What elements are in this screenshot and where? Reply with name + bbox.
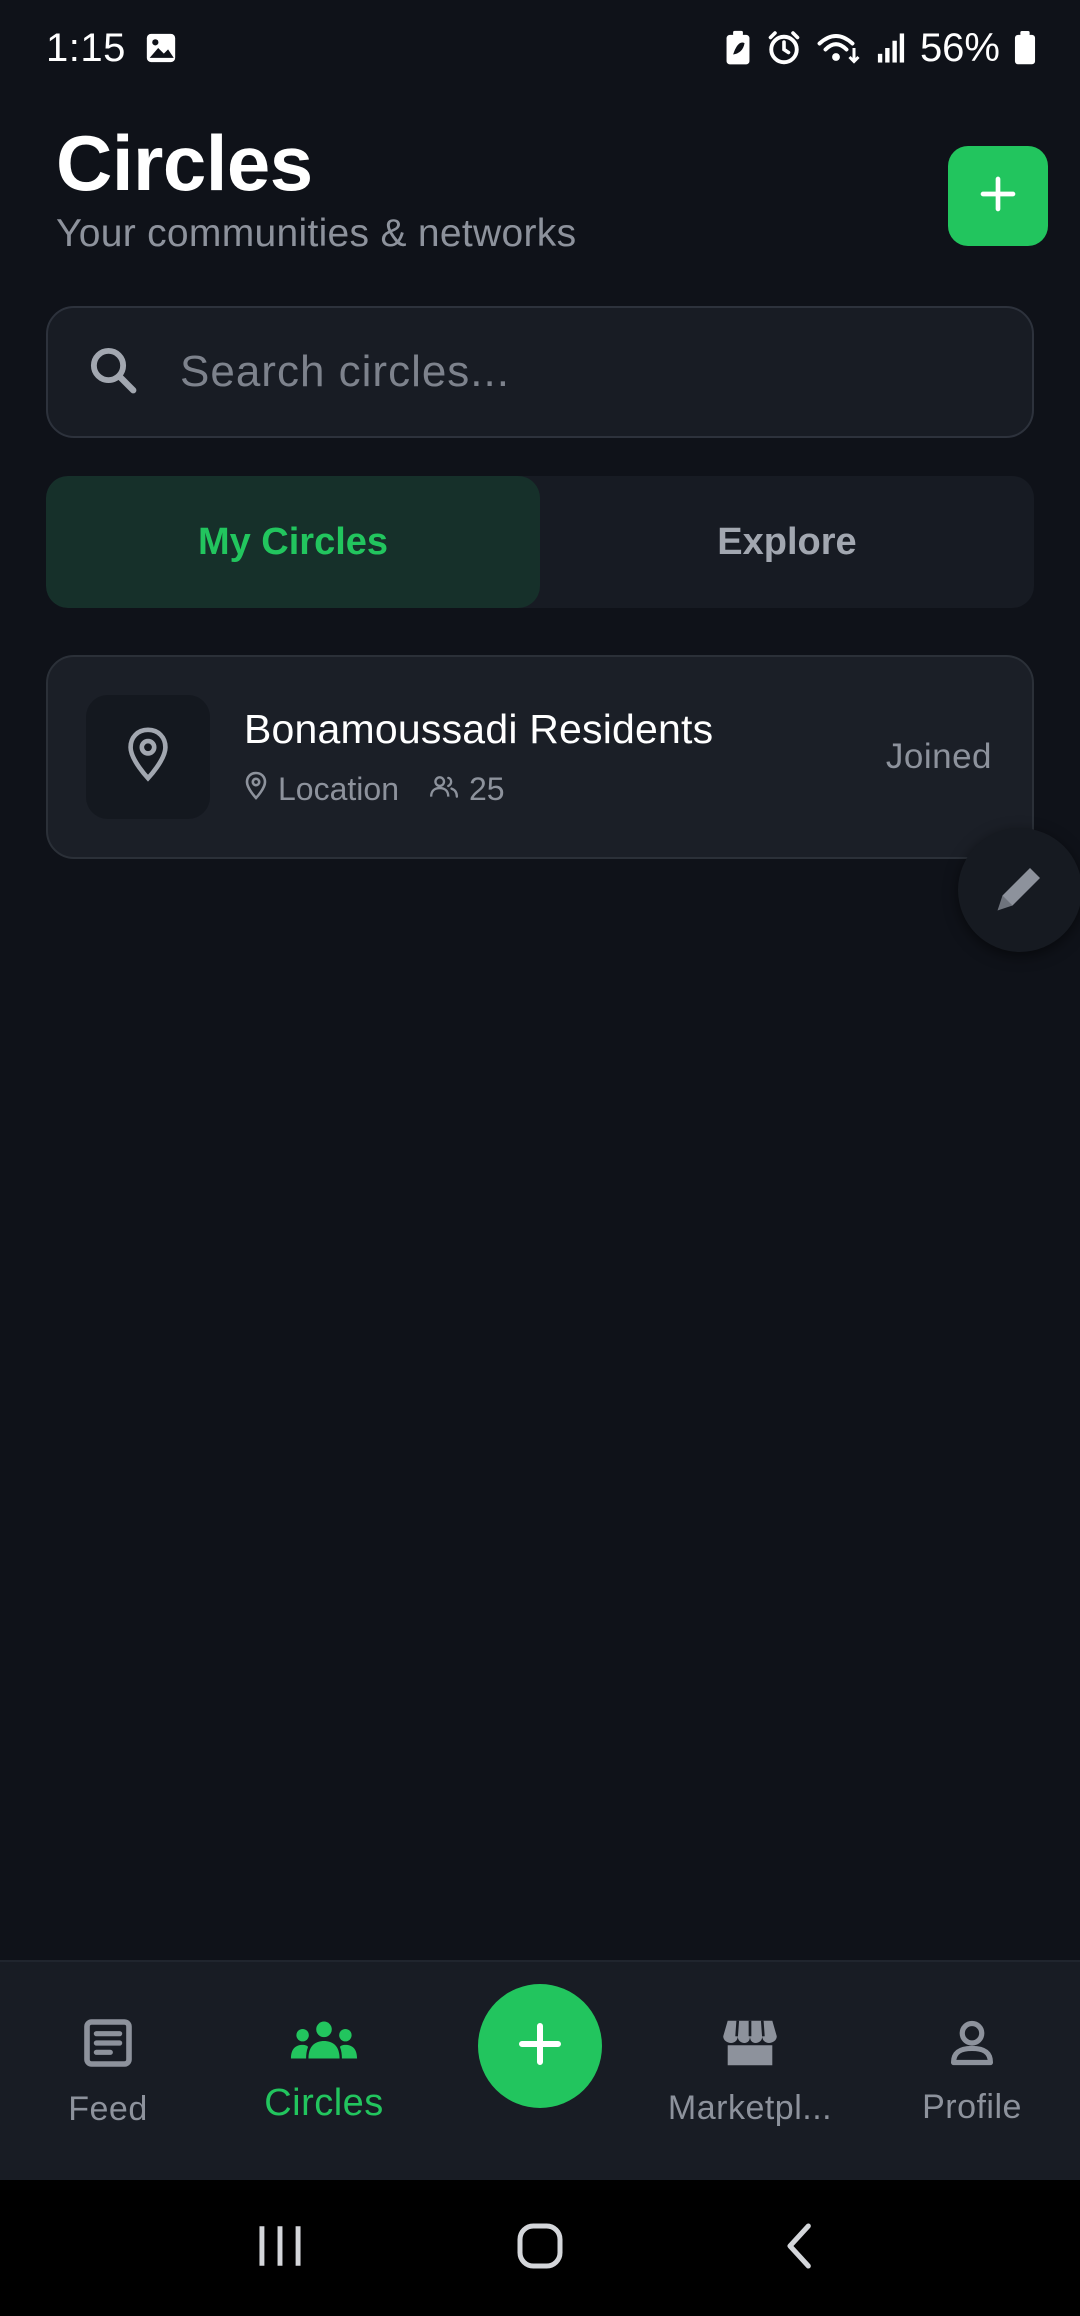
page-title: Circles <box>56 119 313 207</box>
tab-my-circles[interactable]: My Circles <box>46 476 540 608</box>
circle-type: Location <box>244 771 399 809</box>
battery-saver-icon <box>724 30 752 66</box>
circles-screen: 1:15 56% Circles Your communities & netw… <box>0 0 1080 2316</box>
nav-feed[interactable]: Feed <box>38 1962 178 2182</box>
nav-circles-label: Circles <box>264 2082 384 2124</box>
bottom-nav: Feed Circles Marketpl... Profile <box>0 1960 1080 2180</box>
recent-apps-icon <box>255 2223 305 2274</box>
status-right: 56% <box>724 26 1036 71</box>
circle-status: Joined <box>885 737 992 776</box>
battery-percent: 56% <box>919 25 1000 70</box>
gallery-icon <box>144 31 178 65</box>
map-pin-icon <box>124 726 172 789</box>
page-subtitle: Your communities & networks <box>56 212 577 255</box>
nav-profile[interactable]: Profile <box>900 1962 1044 2182</box>
back-button[interactable] <box>750 2198 850 2298</box>
plus-icon <box>516 2020 564 2073</box>
nav-profile-label: Profile <box>922 2088 1022 2126</box>
circle-info: Bonamoussadi Residents Location 25 <box>244 706 886 809</box>
tab-bar: My Circles Explore <box>46 476 1034 608</box>
signal-icon <box>876 32 906 64</box>
feed-icon <box>80 2015 136 2076</box>
profile-icon <box>946 2017 998 2074</box>
home-icon <box>515 2221 565 2276</box>
edit-fab[interactable] <box>958 828 1080 952</box>
create-post-button[interactable] <box>478 1984 602 2108</box>
circle-meta: Location 25 <box>244 771 886 809</box>
members-icon <box>429 771 459 808</box>
nav-circles[interactable]: Circles <box>244 1962 404 2182</box>
status-time: 1:15 <box>46 25 126 70</box>
group-icon <box>289 2019 359 2068</box>
add-circle-button[interactable] <box>948 146 1048 246</box>
search-input[interactable] <box>180 332 960 412</box>
plus-icon <box>978 174 1018 219</box>
battery-icon <box>1014 31 1036 65</box>
nav-marketplace-label: Marketpl... <box>667 2089 833 2127</box>
status-left: 1:15 <box>46 26 178 71</box>
alarm-icon <box>766 30 802 66</box>
search-icon <box>86 343 140 402</box>
search-box[interactable] <box>46 306 1034 438</box>
status-bar: 1:15 56% <box>0 0 1080 96</box>
back-icon <box>780 2221 820 2276</box>
pencil-icon <box>990 858 1050 923</box>
circle-members-count: 25 <box>468 771 505 807</box>
tab-explore[interactable]: Explore <box>540 476 1034 608</box>
circle-name: Bonamoussadi Residents <box>244 705 714 752</box>
circle-card[interactable]: Bonamoussadi Residents Location 25 Joine… <box>46 655 1034 859</box>
home-button[interactable] <box>490 2198 590 2298</box>
recent-apps-button[interactable] <box>230 2198 330 2298</box>
circle-members: 25 <box>429 771 505 808</box>
store-icon <box>721 2016 779 2075</box>
nav-feed-label: Feed <box>68 2090 148 2128</box>
map-pin-small-icon <box>244 771 268 809</box>
system-nav-bar <box>0 2180 1080 2316</box>
header: Circles Your communities & networks <box>56 118 1048 278</box>
wifi-icon <box>816 30 862 66</box>
nav-marketplace[interactable]: Marketpl... <box>652 1962 848 2182</box>
circle-type-label: Location <box>278 771 399 807</box>
circle-avatar <box>86 695 210 819</box>
